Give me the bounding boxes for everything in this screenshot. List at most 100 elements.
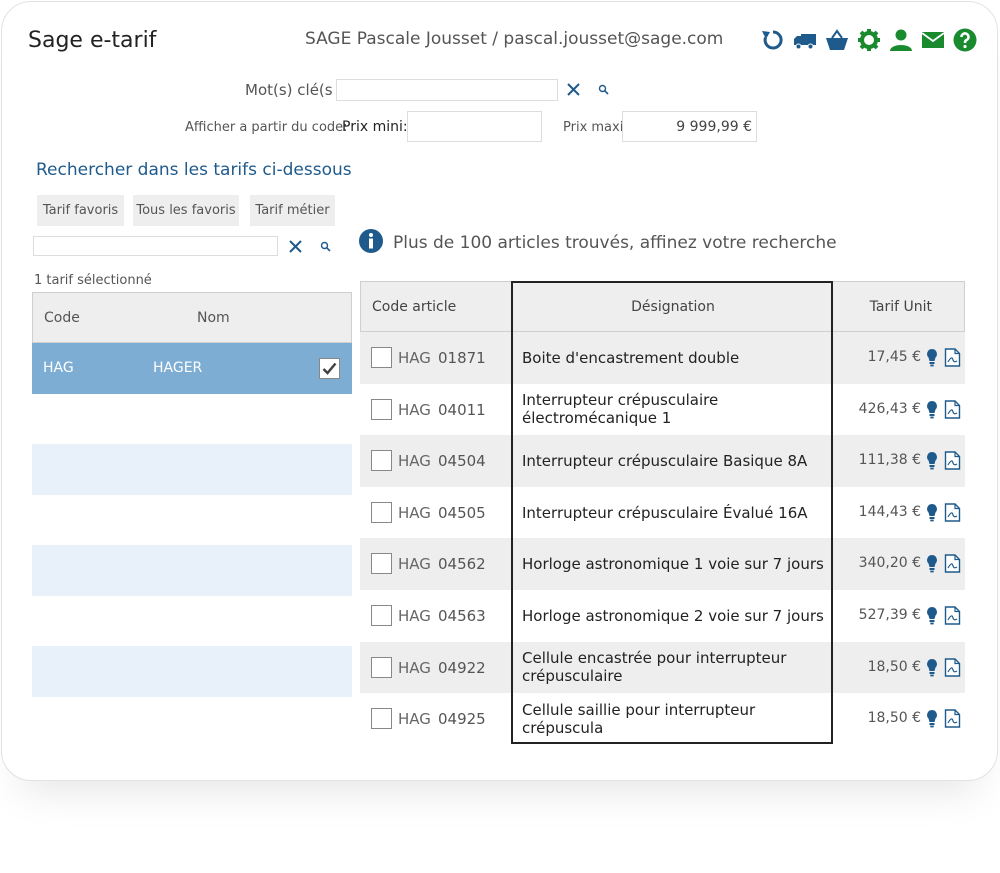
- prix-maxi-label: Prix maxi: [563, 120, 624, 135]
- table-row[interactable]: HAG 04562 Horloge astronomique 1 voie su…: [360, 538, 965, 590]
- article-price: 17,45 €: [867, 349, 921, 365]
- basket-icon[interactable]: [824, 28, 849, 53]
- mail-icon[interactable]: [920, 28, 945, 53]
- column-header-code-article[interactable]: Code article: [372, 299, 456, 315]
- article-designation: Interrupteur crépusculaire Basique 8A: [522, 451, 808, 470]
- truck-icon[interactable]: [792, 28, 817, 53]
- article-number: 04925: [438, 710, 486, 729]
- article-price: 18,50 €: [867, 710, 921, 727]
- table-row[interactable]: HAG 01871 Boite d'encastrement double 17…: [360, 332, 965, 384]
- lightbulb-icon[interactable]: [926, 503, 938, 522]
- column-header-designation[interactable]: Désignation: [513, 299, 833, 315]
- tarif-table-header: Code Nom: [32, 292, 352, 343]
- row-checkbox[interactable]: [371, 501, 392, 523]
- article-price: 18,50 €: [867, 658, 921, 675]
- articles-table-header: Code article Désignation Tarif Unit: [360, 281, 965, 332]
- lightbulb-icon[interactable]: [926, 606, 938, 625]
- section-title: Rechercher dans les tarifs ci-dessous: [36, 160, 352, 180]
- empty-row: [32, 394, 352, 445]
- article-price: 527,39 €: [858, 606, 921, 623]
- pdf-document-icon[interactable]: [944, 657, 961, 677]
- pdf-document-icon[interactable]: [944, 503, 961, 522]
- table-row[interactable]: HAG 04925 Cellule saillie pour interrupt…: [360, 693, 965, 745]
- table-row[interactable]: HAG 04922 Cellule encastrée pour interru…: [360, 641, 965, 694]
- toolbar: [760, 26, 977, 54]
- column-header-code: Code: [44, 310, 80, 326]
- table-row[interactable]: HAG 04563 Horloge astronomique 2 voie su…: [360, 590, 965, 642]
- article-price: 340,20 €: [858, 555, 921, 572]
- tarif-filter-input[interactable]: [33, 236, 278, 256]
- clear-filter-icon[interactable]: [288, 239, 303, 254]
- table-row[interactable]: HAG HAGER: [32, 343, 352, 394]
- table-row[interactable]: HAG 04504 Interrupteur crépusculaire Bas…: [360, 435, 965, 487]
- empty-row: [32, 545, 352, 596]
- column-header-tarif-unit[interactable]: Tarif Unit: [870, 299, 932, 315]
- article-prefix: HAG: [398, 710, 431, 729]
- table-row[interactable]: HAG 04011 Interrupteur crépusculaire éle…: [360, 384, 965, 436]
- user-info: SAGE Pascale Jousset / pascal.jousset@sa…: [305, 29, 724, 49]
- article-prefix: HAG: [398, 349, 431, 367]
- article-prefix: HAG: [398, 658, 431, 677]
- row-checkbox[interactable]: [319, 358, 340, 379]
- article-prefix: HAG: [398, 503, 431, 522]
- tab-tarif-favoris[interactable]: Tarif favoris: [37, 195, 124, 226]
- pdf-document-icon[interactable]: [944, 606, 961, 625]
- lightbulb-icon[interactable]: [926, 554, 938, 573]
- pdf-document-icon[interactable]: [944, 399, 961, 419]
- pdf-document-icon[interactable]: [944, 451, 961, 470]
- article-designation: Interrupteur crépusculaire électromécani…: [522, 391, 719, 428]
- app-title: Sage e-tarif: [28, 28, 157, 53]
- row-checkbox[interactable]: [371, 604, 392, 626]
- article-number: 04562: [438, 555, 486, 574]
- info-icon: [359, 229, 383, 253]
- user-icon[interactable]: [888, 28, 913, 53]
- code-label: Afficher a partir du code:: [185, 120, 348, 135]
- selection-count: 1 tarif sélectionné: [34, 273, 152, 288]
- tarif-table: Code Nom HAG HAGER: [32, 292, 352, 697]
- lightbulb-icon[interactable]: [926, 658, 938, 677]
- row-checkbox[interactable]: [371, 398, 392, 420]
- row-checkbox[interactable]: [371, 347, 392, 368]
- article-number: 04563: [438, 606, 486, 625]
- article-price: 426,43 €: [858, 400, 921, 417]
- article-number: 04505: [438, 503, 486, 522]
- lightbulb-icon[interactable]: [926, 400, 938, 419]
- article-designation: Horloge astronomique 1 voie sur 7 jours: [522, 555, 824, 574]
- articles-table: Code article Désignation Tarif Unit HAG …: [360, 281, 965, 745]
- pdf-document-icon[interactable]: [944, 554, 961, 574]
- table-row[interactable]: HAG 04505 Interrupteur crépusculaire Éva…: [360, 487, 965, 539]
- checkmark-icon: [322, 362, 337, 375]
- keywords-input[interactable]: [336, 79, 558, 101]
- prix-maxi-input[interactable]: [622, 111, 757, 142]
- prix-mini-label: Prix mini:: [342, 119, 408, 135]
- row-checkbox[interactable]: [371, 450, 392, 472]
- tab-tarif-metier[interactable]: Tarif métier: [250, 195, 335, 226]
- empty-row: [32, 495, 352, 546]
- article-number: 04011: [438, 400, 486, 419]
- article-number: 01871: [438, 349, 486, 367]
- lightbulb-icon[interactable]: [926, 709, 938, 728]
- search-filter-icon[interactable]: [320, 241, 331, 252]
- lightbulb-icon[interactable]: [926, 348, 938, 367]
- article-prefix: HAG: [398, 606, 431, 625]
- help-icon[interactable]: [952, 28, 977, 53]
- lightbulb-icon[interactable]: [926, 451, 938, 470]
- row-checkbox[interactable]: [371, 708, 392, 730]
- article-prefix: HAG: [398, 452, 431, 471]
- pdf-document-icon[interactable]: [944, 348, 961, 367]
- tab-tous-les-favoris[interactable]: Tous les favoris: [133, 195, 239, 226]
- refresh-icon[interactable]: [760, 28, 785, 53]
- row-checkbox[interactable]: [371, 656, 392, 678]
- clear-keywords-icon[interactable]: [566, 82, 581, 97]
- keywords-label: Mot(s) clé(s: [245, 81, 333, 99]
- tarif-nom: HAGER: [153, 360, 203, 376]
- article-number: 04504: [438, 452, 486, 471]
- row-checkbox[interactable]: [371, 553, 392, 575]
- search-keywords-icon[interactable]: [598, 84, 609, 95]
- pdf-document-icon[interactable]: [944, 709, 961, 728]
- tarif-code: HAG: [43, 360, 74, 376]
- article-prefix: HAG: [398, 400, 431, 419]
- prix-mini-input[interactable]: [407, 111, 542, 142]
- gear-icon[interactable]: [856, 28, 881, 53]
- article-prefix: HAG: [398, 555, 431, 574]
